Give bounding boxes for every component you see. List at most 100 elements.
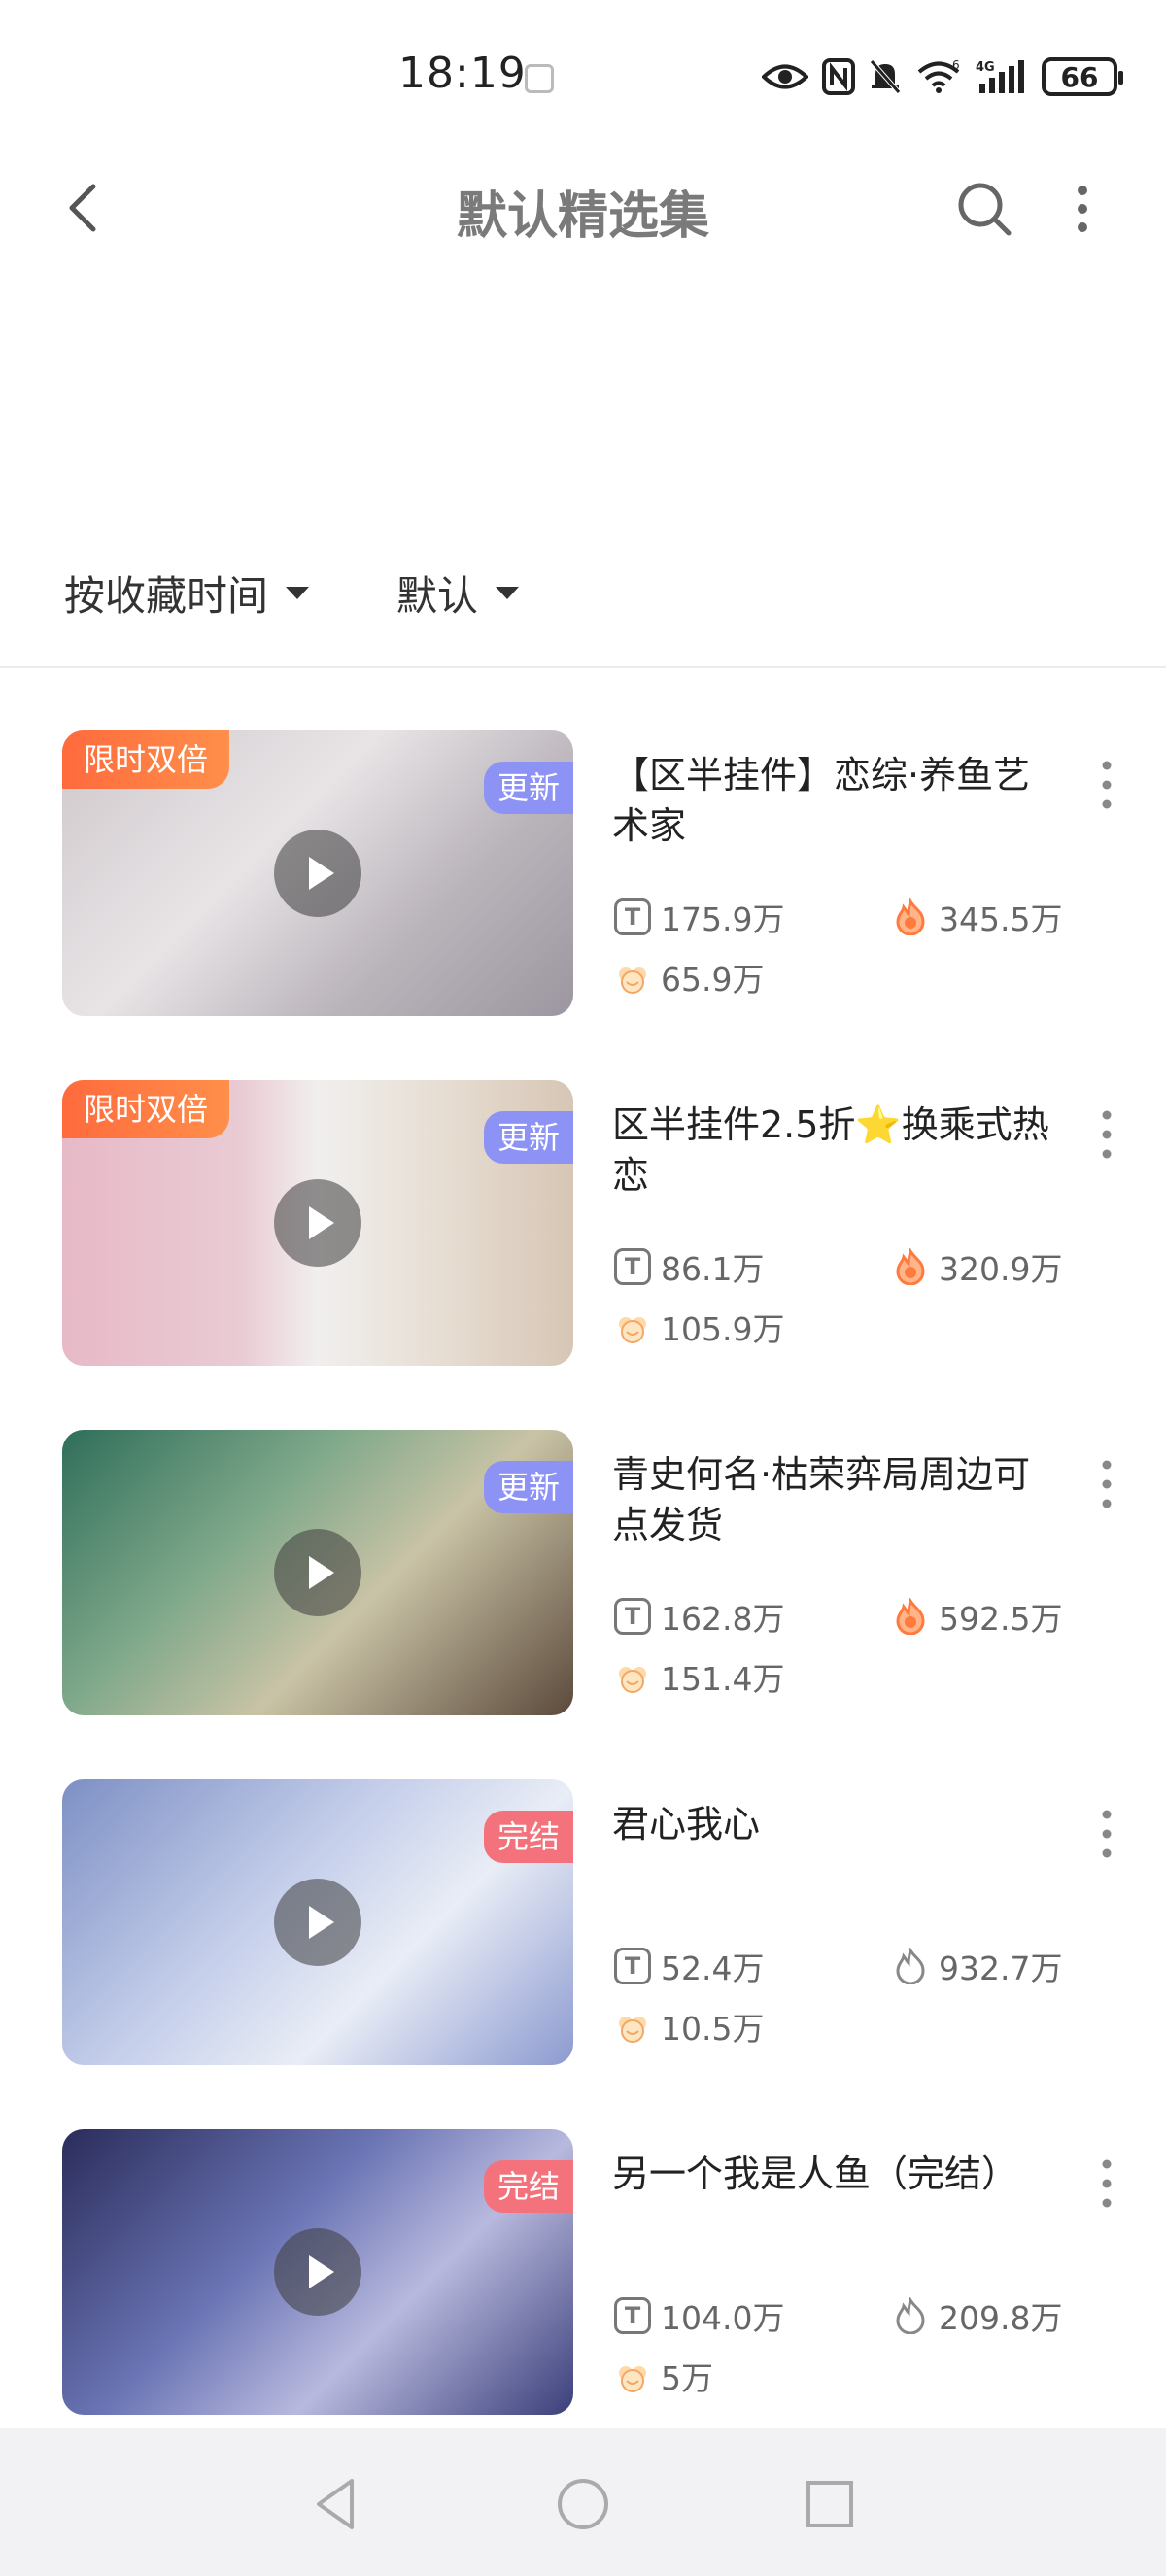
flame-filled-icon: [896, 1248, 925, 1285]
collect-count: 5万: [614, 2353, 713, 2399]
heat-count-value: 932.7万: [939, 1949, 1063, 1987]
title-bar: 默认精选集: [0, 155, 1166, 262]
play-count: T 104.0万: [614, 2292, 784, 2339]
bun-icon: [619, 2017, 646, 2043]
heat-count-value: 320.9万: [939, 1250, 1063, 1288]
list-item[interactable]: 完结 另一个我是人鱼（完结） T 104.0万 209.8万 5万: [0, 2129, 1166, 2421]
bun-icon: [619, 2366, 646, 2392]
cover-thumbnail[interactable]: 限时双倍 更新: [62, 1080, 573, 1366]
heat-count-value: 592.5万: [939, 1600, 1063, 1638]
play-count: T 175.9万: [614, 894, 784, 940]
collect-count: 10.5万: [614, 2003, 764, 2050]
nav-recents-icon[interactable]: [801, 2475, 859, 2533]
item-title[interactable]: 青史何名·枯荣弈局周边可点发货: [612, 1449, 1059, 1550]
chevron-down-icon: [496, 587, 520, 599]
promo-tag: 限时双倍: [62, 1080, 230, 1138]
more-vertical-icon[interactable]: [1092, 754, 1121, 816]
bun-icon: [619, 1317, 646, 1343]
nav-home-icon[interactable]: [554, 2475, 612, 2533]
collect-count-value: 151.4万: [661, 1660, 785, 1698]
status-badge: 更新: [483, 762, 573, 814]
cover-thumbnail[interactable]: 完结: [62, 2129, 573, 2415]
wifi-icon: 6: [917, 59, 960, 93]
flame-outline-icon: [896, 2297, 925, 2334]
collect-count: 151.4万: [614, 1653, 784, 1700]
list-item[interactable]: 完结 君心我心 T 52.4万 932.7万 10.5万: [0, 1779, 1166, 2071]
filter-label: 默认: [396, 572, 479, 620]
play-count-value: 104.0万: [661, 2299, 785, 2337]
item-title[interactable]: 区半挂件2.5折⭐换乘式热恋: [612, 1100, 1059, 1201]
nfc-icon: [822, 58, 855, 95]
status-icons: 6 4G 66: [762, 54, 1123, 99]
heat-count-value: 345.5万: [939, 900, 1063, 938]
more-vertical-icon[interactable]: [1092, 1103, 1121, 1166]
status-badge: 完结: [483, 2160, 573, 2213]
network-type: 4G: [976, 60, 995, 75]
item-title[interactable]: 【区半挂件】恋综·养鱼艺术家: [612, 750, 1059, 851]
app-notification-icon: [525, 64, 554, 93]
play-icon[interactable]: [274, 2228, 361, 2316]
flame-filled-icon: [896, 1598, 925, 1635]
chevron-down-icon: [286, 587, 310, 599]
heat-count: 209.8万: [892, 2292, 1062, 2339]
play-icon[interactable]: [274, 1529, 361, 1616]
play-count-value: 52.4万: [661, 1949, 765, 1987]
item-title[interactable]: 另一个我是人鱼（完结）: [612, 2149, 1059, 2199]
play-icon[interactable]: [274, 1179, 361, 1267]
sim-badge: 6: [952, 59, 960, 72]
collect-count-value: 5万: [661, 2359, 713, 2397]
status-badge: 更新: [483, 1111, 573, 1164]
text-icon: T: [614, 1948, 651, 1984]
heat-count-value: 209.8万: [939, 2299, 1063, 2337]
play-count: T 86.1万: [614, 1243, 764, 1290]
collect-count-value: 10.5万: [661, 2010, 765, 2048]
sort-bar: 按收藏时间 默认: [0, 544, 1166, 668]
collect-count: 105.9万: [614, 1304, 784, 1350]
bun-icon: [619, 967, 646, 994]
cover-thumbnail[interactable]: 完结: [62, 1779, 573, 2065]
status-time: 18:19: [398, 49, 527, 98]
list-item[interactable]: 限时双倍 更新 【区半挂件】恋综·养鱼艺术家 T 175.9万 345.5万 6…: [0, 730, 1166, 1022]
play-icon[interactable]: [274, 1879, 361, 1966]
promo-tag: 限时双倍: [62, 730, 230, 789]
play-count-value: 86.1万: [661, 1250, 765, 1288]
more-vertical-icon[interactable]: [1092, 1803, 1121, 1865]
flame-outline-icon: [896, 1948, 925, 1984]
heat-count: 345.5万: [892, 894, 1062, 940]
status-bar: 18:19 6 4G 66: [0, 0, 1166, 155]
play-count: T 162.8万: [614, 1593, 784, 1640]
text-icon: T: [614, 1248, 651, 1285]
sort-dropdown[interactable]: 按收藏时间: [64, 563, 310, 623]
play-count-value: 162.8万: [661, 1600, 785, 1638]
sort-label: 按收藏时间: [64, 572, 269, 620]
cover-thumbnail[interactable]: 限时双倍 更新: [62, 730, 573, 1016]
play-count-value: 175.9万: [661, 900, 785, 938]
nav-back-icon[interactable]: [307, 2475, 365, 2533]
heat-count: 320.9万: [892, 1243, 1062, 1290]
search-icon[interactable]: [952, 177, 1016, 241]
more-vertical-icon[interactable]: [1092, 1453, 1121, 1515]
play-count: T 52.4万: [614, 1943, 764, 1989]
status-badge: 完结: [483, 1811, 573, 1863]
eye-icon: [762, 64, 808, 89]
cover-thumbnail[interactable]: 更新: [62, 1430, 573, 1715]
more-vertical-icon[interactable]: [1092, 2152, 1121, 2215]
battery-icon: 66: [1042, 57, 1123, 96]
signal-icon: 4G: [976, 60, 1024, 93]
collect-count-value: 105.9万: [661, 1310, 785, 1348]
text-icon: T: [614, 2297, 651, 2334]
item-title[interactable]: 君心我心: [612, 1799, 1059, 1849]
collect-count: 65.9万: [614, 954, 764, 1000]
play-icon[interactable]: [274, 830, 361, 917]
flame-filled-icon: [896, 898, 925, 935]
list-item[interactable]: 限时双倍 更新 区半挂件2.5折⭐换乘式热恋 T 86.1万 320.9万 10…: [0, 1080, 1166, 1372]
filter-dropdown[interactable]: 默认: [396, 563, 520, 623]
text-icon: T: [614, 898, 651, 935]
list-item[interactable]: 更新 青史何名·枯荣弈局周边可点发货 T 162.8万 592.5万 151.4…: [0, 1430, 1166, 1721]
system-nav-bar: [0, 2428, 1166, 2576]
bell-muted-icon: [870, 59, 901, 94]
heat-count: 932.7万: [892, 1943, 1062, 1989]
more-vertical-icon[interactable]: [1059, 177, 1106, 241]
heat-count: 592.5万: [892, 1593, 1062, 1640]
text-icon: T: [614, 1598, 651, 1635]
